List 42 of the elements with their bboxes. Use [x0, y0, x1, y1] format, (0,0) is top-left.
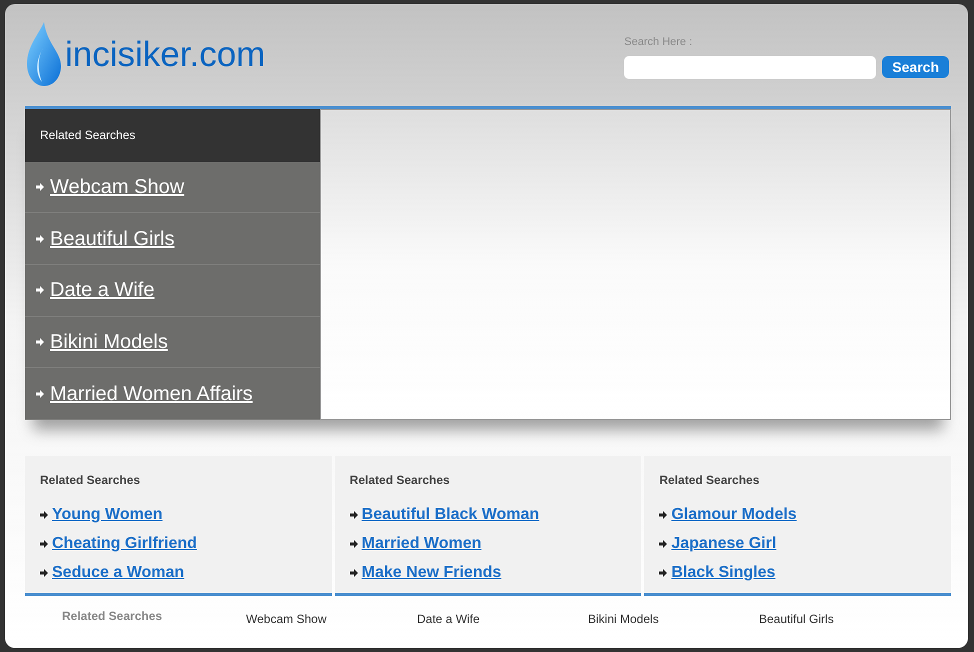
related-link[interactable]: Cheating Girlfriend: [52, 532, 197, 556]
box-title: Related Searches: [659, 472, 760, 489]
arrow-icon: [36, 234, 44, 243]
arrow-icon: [36, 390, 44, 398]
arrow-icon: [350, 510, 358, 518]
sidebar-link[interactable]: Webcam Show: [50, 172, 184, 202]
arrow-icon: [40, 568, 48, 576]
arrow-icon: [350, 568, 358, 576]
arrow-icon: [36, 338, 44, 346]
footer-title: Related Searches: [62, 608, 164, 625]
site-logo-text: incisiker.com: [65, 36, 266, 72]
box-title: Related Searches: [40, 472, 142, 489]
footer-link[interactable]: Date a Wife: [417, 610, 588, 628]
search-button[interactable]: Search: [882, 56, 949, 78]
sidebar-link[interactable]: Date a Wife: [50, 275, 154, 306]
sidebar-link[interactable]: Bikini Models: [50, 327, 168, 357]
arrow-icon: [36, 286, 44, 294]
sidebar-link[interactable]: Beautiful Girls: [50, 224, 174, 254]
flame-logo-icon: [25, 22, 63, 86]
box-title: Related Searches: [350, 472, 451, 489]
footer-link[interactable]: Webcam Show: [246, 610, 417, 628]
arrow-icon: [40, 540, 48, 548]
arrow-icon: [350, 540, 358, 548]
search-label: Search Here :: [624, 35, 694, 50]
arrow-icon: [659, 568, 668, 576]
arrow-icon: [40, 510, 48, 518]
footer-link[interactable]: Beautiful Girls: [759, 610, 930, 628]
related-link[interactable]: Young Women: [52, 502, 163, 526]
related-link[interactable]: Black Singles: [671, 560, 776, 584]
arrow-icon: [36, 182, 44, 191]
related-link[interactable]: Make New Friends: [362, 560, 502, 584]
related-link[interactable]: Beautiful Black Woman: [362, 502, 540, 526]
arrow-icon: [659, 510, 668, 518]
search-field[interactable]: [624, 56, 876, 78]
related-link[interactable]: Seduce a Woman: [52, 560, 184, 584]
related-link[interactable]: Japanese Girl: [671, 532, 776, 556]
sidebar-link[interactable]: Married Women Affairs: [50, 378, 253, 409]
footer-link[interactable]: Bikini Models: [588, 610, 759, 628]
related-link[interactable]: Glamour Models: [671, 502, 797, 526]
related-link[interactable]: Married Women: [362, 532, 482, 556]
sidebar-title: Related Searches: [40, 127, 136, 144]
arrow-icon: [659, 540, 668, 548]
